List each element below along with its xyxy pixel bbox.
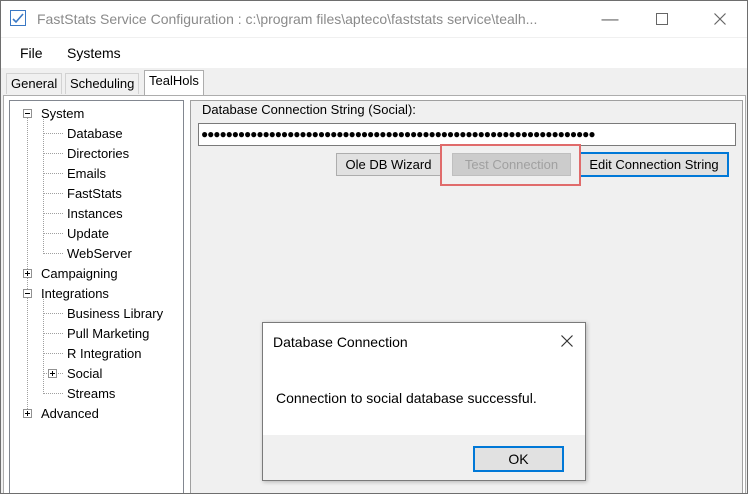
tree-item-label: Pull Marketing [67,326,150,341]
tab-scheduling[interactable]: Scheduling [65,73,140,94]
minimize-button[interactable]: — [587,1,633,37]
tab-tealhols[interactable]: TealHols [144,70,204,95]
menu-file[interactable]: File [20,45,43,61]
tree-item-update[interactable]: Update [10,224,180,244]
tree-item-instances[interactable]: Instances [10,204,180,224]
tree-item-label: Social [67,366,103,381]
tree-item-r-integration[interactable]: R Integration [10,344,180,364]
tree-item-database[interactable]: Database [10,124,180,144]
menu-bar: File Systems [1,38,747,68]
ole-db-wizard-button[interactable]: Ole DB Wizard [336,153,441,176]
tree-item-social[interactable]: Social [10,364,180,384]
app-icon [10,10,26,26]
tab-general[interactable]: General [6,73,63,94]
tree-item-label: Integrations [41,286,109,301]
connection-string-label: Database Connection String (Social): [202,102,416,117]
tree-item-advanced[interactable]: Advanced [10,404,180,424]
tree-item-system[interactable]: System [10,104,180,124]
minimize-icon: — [601,9,619,28]
connection-string-field[interactable]: ●●●●●●●●●●●●●●●●●●●●●●●●●●●●●●●●●●●●●●●●… [198,123,736,146]
tree-item-label: Business Library [67,306,164,321]
tree-item-campaigning[interactable]: Campaigning [10,264,180,284]
tree-item-label: Database [67,126,123,141]
close-button[interactable] [697,1,743,37]
tree-item-label: Emails [67,166,107,181]
tree-item-label: Instances [67,206,123,221]
menu-systems[interactable]: Systems [67,45,121,61]
tree-item-label: Directories [67,146,130,161]
tree-item-integrations[interactable]: Integrations [10,284,180,304]
settings-tree[interactable]: System Database Directories Emails FastS… [9,100,184,493]
test-connection-button[interactable]: Test Connection [452,153,571,176]
tree-item-label: Campaigning [41,266,118,281]
dialog-message: Connection to social database successful… [276,390,537,406]
app-window: FastStats Service Configuration : c:\pro… [0,0,748,494]
tree-item-pull-marketing[interactable]: Pull Marketing [10,324,180,344]
database-connection-dialog: Database Connection Connection to social… [262,322,586,481]
expand-icon[interactable] [23,409,32,418]
tree-item-streams[interactable]: Streams [10,384,180,404]
tree-item-webserver[interactable]: WebServer [10,244,180,264]
close-icon [714,13,726,25]
collapse-icon[interactable] [23,289,32,298]
maximize-button[interactable] [639,1,685,37]
tree-item-label: FastStats [67,186,122,201]
tree-item-label: System [41,106,85,121]
expand-icon[interactable] [48,369,57,378]
tree-item-label: Streams [67,386,116,401]
tree-item-label: Update [67,226,109,241]
dialog-close-button[interactable] [561,331,573,352]
edit-connection-string-button[interactable]: Edit Connection String [579,152,729,177]
tree-item-directories[interactable]: Directories [10,144,180,164]
tree-item-label: R Integration [67,346,142,361]
tree-item-label: WebServer [67,246,132,261]
tree-item-faststats[interactable]: FastStats [10,184,180,204]
window-title: FastStats Service Configuration : c:\pro… [37,11,538,27]
dialog-footer: OK [263,435,585,480]
tab-strip: General Scheduling TealHols [1,69,747,95]
close-icon [561,335,573,347]
masked-connection-string: ●●●●●●●●●●●●●●●●●●●●●●●●●●●●●●●●●●●●●●●●… [201,127,596,141]
ok-button[interactable]: OK [473,446,564,472]
collapse-icon[interactable] [23,109,32,118]
tree-item-emails[interactable]: Emails [10,164,180,184]
title-bar[interactable]: FastStats Service Configuration : c:\pro… [1,1,747,37]
tree-item-label: Advanced [41,406,99,421]
tree-item-business-library[interactable]: Business Library [10,304,180,324]
maximize-icon [656,13,668,25]
expand-icon[interactable] [23,269,32,278]
dialog-title: Database Connection [273,334,408,350]
